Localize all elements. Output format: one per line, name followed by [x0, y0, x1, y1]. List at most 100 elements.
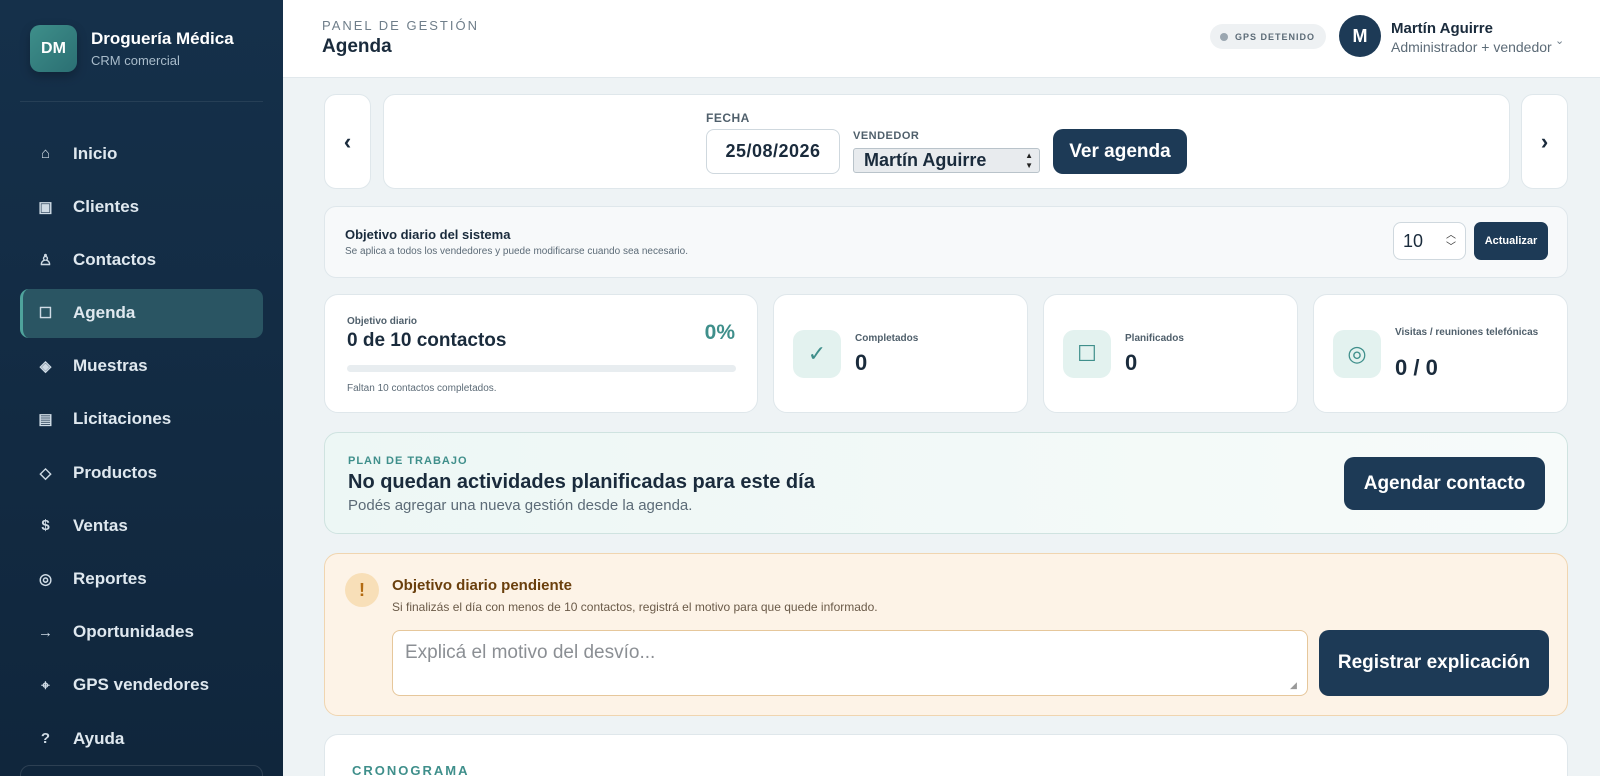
- check-icon: ✓: [793, 330, 841, 378]
- view-agenda-button[interactable]: Ver agenda: [1053, 129, 1187, 174]
- update-objective-button[interactable]: Actualizar: [1474, 222, 1548, 260]
- brand-logo: DM: [30, 25, 77, 72]
- plan-title: No quedan actividades planificadas para …: [348, 471, 815, 493]
- calendar-icon: ☐: [1063, 330, 1111, 378]
- contacts-icon: ♙: [38, 251, 53, 269]
- warning-icon: !: [345, 573, 379, 607]
- register-explanation-button[interactable]: Registrar explicación: [1319, 630, 1549, 696]
- daily-objective-percent: 0%: [704, 321, 735, 344]
- sidebar-item-label: Ventas: [73, 515, 128, 535]
- brand-subtitle: CRM comercial: [91, 53, 180, 68]
- resize-handle-icon[interactable]: ◢: [1290, 680, 1297, 691]
- sidebar-item-label: Productos: [73, 462, 158, 482]
- sidebar-nav: ⌂ Inicio ▣ Clientes ♙ Contactos ☐ Agenda ◈ Muestr…: [20, 129, 263, 767]
- visits-card: ◎ Visitas / reuniones telefónicas 0 / 0: [1313, 294, 1568, 413]
- warning-title: Objetivo diario pendiente: [392, 577, 573, 594]
- brand-name: Droguería Médica: [91, 29, 234, 48]
- warning-description: Si finalizás el día con menos de 10 cont…: [392, 600, 878, 614]
- seller-label: VENDEDOR: [853, 130, 920, 142]
- plan-subtitle: Podés agregar una nueva gestión desde la…: [348, 497, 693, 514]
- daily-objective-note: Faltan 10 contactos completados.: [347, 383, 497, 394]
- sidebar-item-label: Contactos: [73, 249, 157, 269]
- date-input[interactable]: 25/08/2026: [706, 129, 840, 174]
- sidebar-item-label: GPS vendedores: [73, 675, 210, 695]
- completed-value: 0: [855, 350, 868, 375]
- objective-title: Objetivo diario del sistema: [345, 227, 511, 242]
- brand[interactable]: DM Droguería Médica CRM comercial: [30, 25, 234, 72]
- visits-label: Visitas / reuniones telefónicas: [1395, 327, 1539, 338]
- sidebar-item-contactos[interactable]: ♙ Contactos: [20, 235, 263, 284]
- chevron-left-icon: ‹: [343, 128, 352, 154]
- daily-objective-card: Objetivo diario 0 de 10 contactos 0% Fal…: [324, 294, 758, 413]
- sales-icon: $: [41, 517, 50, 535]
- gps-status-dot-icon: [1220, 32, 1228, 41]
- objective-number-input[interactable]: 10 ︿ ﹀: [1393, 222, 1466, 260]
- sidebar-item-label: Inicio: [73, 143, 118, 163]
- planned-label: Planificados: [1125, 333, 1184, 344]
- header-kicker: PANEL DE GESTIÓN: [322, 18, 479, 33]
- plan-kicker: PLAN DE TRABAJO: [348, 455, 468, 467]
- schedule-section: CRONOGRAMA: [324, 734, 1568, 776]
- chevron-down-icon[interactable]: ⌄: [1555, 34, 1564, 47]
- reports-icon: ◎: [38, 571, 53, 588]
- gps-status-badge: GPS DETENIDO: [1210, 24, 1327, 49]
- agenda-icon: ☐: [38, 305, 53, 323]
- objective-description: Se aplica a todos los vendedores y puede…: [345, 246, 688, 257]
- daily-objective-value: 0 de 10 contactos: [347, 330, 507, 351]
- gps-icon: ⌖: [41, 676, 50, 694]
- sidebar-item-ventas[interactable]: $ Ventas: [20, 501, 263, 550]
- page-title: Agenda: [322, 36, 392, 57]
- gps-status-label: GPS DETENIDO: [1235, 31, 1316, 42]
- sidebar-divider: [20, 101, 263, 102]
- samples-icon: ◈: [39, 358, 52, 376]
- deviation-reason-textarea[interactable]: Explicá el motivo del desvío...: [392, 630, 1308, 696]
- sidebar-item-agenda[interactable]: ☐ Agenda: [20, 288, 263, 338]
- sidebar-item-clientes[interactable]: ▣ Clientes: [20, 182, 263, 231]
- clients-icon: ▣: [38, 198, 53, 216]
- sidebar-item-label: Clientes: [73, 196, 140, 216]
- sidebar-footer-card: [20, 765, 263, 776]
- sidebar-item-ayuda[interactable]: ? Ayuda: [20, 714, 263, 763]
- seller-select[interactable]: Martín Aguirre ▲ ▼: [853, 148, 1040, 173]
- tenders-icon: ▤: [38, 411, 53, 429]
- products-icon: ◇: [39, 464, 52, 482]
- sidebar-item-reportes[interactable]: ◎ Reportes: [20, 555, 263, 604]
- daily-objective-panel: Objetivo diario del sistema Se aplica a …: [324, 206, 1568, 278]
- sidebar: DM Droguería Médica CRM comercial ⌂ Inici…: [0, 0, 283, 776]
- chevron-right-icon: ›: [1540, 128, 1549, 154]
- daily-objective-label: Objetivo diario: [347, 316, 418, 327]
- date-filter-panel: [383, 94, 1510, 189]
- sidebar-item-productos[interactable]: ◇ Productos: [20, 448, 263, 497]
- next-day-button[interactable]: ›: [1521, 94, 1568, 189]
- sidebar-item-label: Agenda: [73, 303, 136, 323]
- sidebar-item-muestras[interactable]: ◈ Muestras: [20, 342, 263, 391]
- opportunities-icon: →: [38, 623, 53, 641]
- sidebar-item-oportunidades[interactable]: → Oportunidades: [20, 608, 263, 657]
- target-icon: ◎: [1333, 330, 1381, 378]
- completed-card: ✓ Completados 0: [773, 294, 1028, 413]
- spinner-icon[interactable]: ︿ ﹀: [1446, 230, 1456, 254]
- visits-value: 0 / 0: [1395, 355, 1438, 380]
- seller-select-value: Martín Aguirre: [864, 150, 987, 170]
- top-header: PANEL DE GESTIÓN Agenda GPS DETENIDO M M…: [283, 0, 1600, 78]
- brand-text: Droguería Médica CRM comercial: [91, 29, 234, 68]
- schedule-contact-button[interactable]: Agendar contacto: [1344, 457, 1545, 510]
- date-label: FECHA: [706, 111, 750, 125]
- sidebar-item-label: Muestras: [73, 356, 148, 376]
- sidebar-item-gps-vendedores[interactable]: ⌖ GPS vendedores: [20, 661, 263, 710]
- sidebar-item-inicio[interactable]: ⌂ Inicio: [20, 129, 263, 178]
- work-plan-card: PLAN DE TRABAJO No quedan actividades pl…: [324, 432, 1568, 534]
- planned-value: 0: [1125, 350, 1138, 375]
- home-icon: ⌂: [40, 145, 51, 162]
- sidebar-item-licitaciones[interactable]: ▤ Licitaciones: [20, 395, 263, 444]
- user-name[interactable]: Martín Aguirre: [1391, 20, 1493, 37]
- pending-objective-alert: ! Objetivo diario pendiente Si finalizás…: [324, 553, 1568, 716]
- sidebar-item-label: Ayuda: [73, 728, 125, 748]
- user-avatar[interactable]: M: [1339, 15, 1381, 57]
- previous-day-button[interactable]: ‹: [324, 94, 371, 189]
- user-role: Administrador + vendedor: [1391, 39, 1552, 55]
- daily-progress-bar: [347, 365, 736, 372]
- sidebar-item-label: Licitaciones: [73, 409, 172, 429]
- sidebar-item-label: Oportunidades: [73, 622, 194, 642]
- planned-card: ☐ Planificados 0: [1043, 294, 1298, 413]
